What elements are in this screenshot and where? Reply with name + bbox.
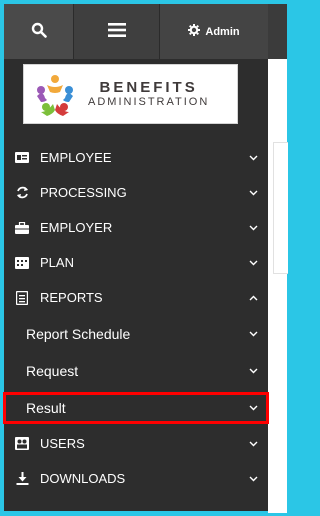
- topbar-overflow: [268, 4, 287, 59]
- sidebar-item-processing[interactable]: PROCESSING: [4, 175, 268, 210]
- sidebar-item-users[interactable]: USERS: [4, 426, 268, 461]
- sidebar-item-employee-label: EMPLOYEE: [40, 150, 112, 165]
- chevron-down-icon: [248, 258, 258, 268]
- chevron-down-icon: [248, 329, 258, 339]
- chevron-down-icon: [248, 188, 258, 198]
- sidebar-item-processing-label: PROCESSING: [40, 185, 127, 200]
- search-icon: [31, 22, 47, 41]
- briefcase-icon: [14, 221, 30, 234]
- top-toolbar: Admin: [4, 4, 268, 59]
- logo-text: BENEFITS ADMINISTRATION: [88, 80, 209, 108]
- search-button[interactable]: [4, 4, 74, 59]
- sync-icon: [14, 186, 30, 199]
- sidebar-item-plan[interactable]: PLAN: [4, 245, 268, 280]
- sidebar-item-reports-label: REPORTS: [40, 290, 103, 305]
- content-card-edge: [273, 142, 288, 274]
- sidebar-item-reports[interactable]: REPORTS: [4, 280, 268, 315]
- sidebar-subitem-result-label: Result: [26, 399, 66, 416]
- download-icon: [14, 472, 30, 485]
- chevron-up-icon: [248, 293, 258, 303]
- chevron-down-icon: [248, 366, 258, 376]
- sidebar-item-users-label: USERS: [40, 436, 85, 451]
- sidebar-panel: Admin BENEFITS ADMINISTRATION EMPLOYEE P…: [4, 4, 268, 511]
- sidebar-subitem-report-schedule-label: Report Schedule: [26, 325, 131, 342]
- sidebar-item-employer-label: EMPLOYER: [40, 220, 113, 235]
- chevron-down-icon: [248, 439, 258, 449]
- sidebar-subitem-request[interactable]: Request: [4, 352, 268, 389]
- chevron-down-icon: [248, 403, 258, 413]
- menu-toggle-button[interactable]: [74, 4, 160, 59]
- id-card-icon: [14, 152, 30, 163]
- document-icon: [14, 290, 30, 305]
- chevron-down-icon: [248, 223, 258, 233]
- logo-line-administration: ADMINISTRATION: [88, 96, 210, 108]
- admin-label: Admin: [205, 25, 240, 38]
- hamburger-menu-icon: [107, 23, 126, 40]
- benefits-administration-logo[interactable]: BENEFITS ADMINISTRATION: [23, 64, 238, 124]
- chevron-down-icon: [248, 474, 258, 484]
- content-area: [268, 59, 287, 513]
- sidebar-subitem-report-schedule[interactable]: Report Schedule: [4, 315, 268, 352]
- chevron-down-icon: [248, 153, 258, 163]
- sidebar-subitem-request-label: Request: [26, 362, 79, 379]
- sidebar-item-employer[interactable]: EMPLOYER: [4, 210, 268, 245]
- sidebar-subitem-result[interactable]: Result: [4, 389, 268, 426]
- gear-icon: [188, 24, 201, 39]
- sidebar-nav: EMPLOYEE PROCESSING EMPLOYER PLAN REPORT…: [4, 140, 268, 496]
- admin-button[interactable]: Admin: [160, 4, 268, 59]
- sidebar-item-employee[interactable]: EMPLOYEE: [4, 140, 268, 175]
- sidebar-item-downloads[interactable]: DOWNLOADS: [4, 461, 268, 496]
- sidebar-item-plan-label: PLAN: [40, 255, 74, 270]
- people-circle-logo-icon: [24, 65, 88, 123]
- users-icon: [14, 437, 30, 450]
- calendar-grid-icon: [14, 256, 30, 269]
- logo-line-benefits: BENEFITS: [99, 79, 198, 96]
- sidebar-item-downloads-label: DOWNLOADS: [40, 471, 126, 486]
